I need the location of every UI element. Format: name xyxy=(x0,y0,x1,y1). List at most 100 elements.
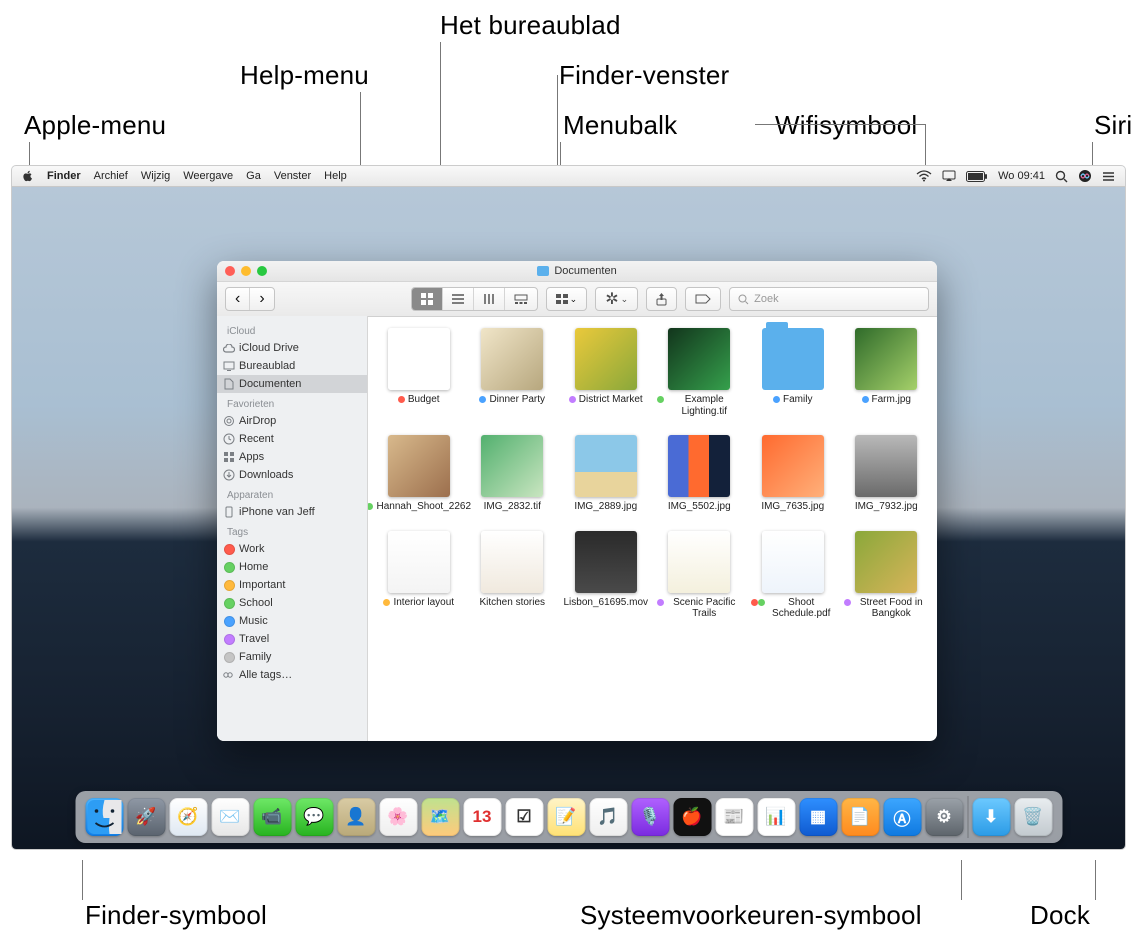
share-button[interactable] xyxy=(646,287,677,311)
file-item[interactable]: IMG_2889.jpg xyxy=(561,435,651,513)
desktop[interactable]: Finder Archief Wijzig Weergave Ga Venste… xyxy=(12,166,1125,849)
file-item[interactable]: Budget xyxy=(374,328,464,417)
spotlight-icon[interactable] xyxy=(1055,170,1068,183)
sidebar-item-iphone-van-jeff[interactable]: iPhone van Jeff xyxy=(217,503,367,521)
dock-tv[interactable]: 🍎 xyxy=(673,798,711,836)
action-menu[interactable]: ✲ ⌄ xyxy=(595,287,638,311)
arrange-menu[interactable]: ⌄ xyxy=(546,287,588,311)
tag-dot-icon xyxy=(398,396,405,403)
dock-launchpad[interactable]: 🚀 xyxy=(127,798,165,836)
airplay-icon[interactable] xyxy=(942,170,956,182)
apple-menu[interactable] xyxy=(22,170,34,182)
menu-help[interactable]: Help xyxy=(324,170,347,182)
file-item[interactable]: District Market xyxy=(561,328,651,417)
finder-window: Documenten ‹ › ⌄ ✲ ⌄ Zoek xyxy=(217,261,937,741)
sidebar-item-travel[interactable]: Travel xyxy=(217,630,367,648)
sidebar-item-apps[interactable]: Apps xyxy=(217,448,367,466)
battery-icon[interactable] xyxy=(966,171,988,182)
sidebar-item-alle-tags…[interactable]: Alle tags… xyxy=(217,666,367,684)
back-button[interactable]: ‹ xyxy=(226,288,250,310)
sidebar-item-label: iPhone van Jeff xyxy=(239,506,315,518)
search-field[interactable]: Zoek xyxy=(729,287,929,311)
notification-center-icon[interactable] xyxy=(1102,171,1115,182)
siri-icon[interactable] xyxy=(1078,169,1092,183)
tag-button[interactable] xyxy=(685,287,721,311)
menu-venster[interactable]: Venster xyxy=(274,170,311,182)
dock-systeemvoorkeuren[interactable]: ⚙︎ xyxy=(925,798,963,836)
tag-dot-icon xyxy=(368,503,373,510)
menu-ga[interactable]: Ga xyxy=(246,170,261,182)
dock-photos[interactable]: 🌸 xyxy=(379,798,417,836)
dock-facetime[interactable]: 📹 xyxy=(253,798,291,836)
file-item[interactable]: Farm.jpg xyxy=(842,328,932,417)
menu-weergave[interactable]: Weergave xyxy=(183,170,233,182)
view-gallery[interactable] xyxy=(505,288,537,310)
file-item[interactable]: Scenic Pacific Trails xyxy=(655,531,745,620)
file-item[interactable]: Dinner Party xyxy=(468,328,558,417)
forward-button[interactable]: › xyxy=(250,288,273,310)
sidebar-item-important[interactable]: Important xyxy=(217,576,367,594)
file-item[interactable]: Family xyxy=(748,328,838,417)
file-item[interactable]: Lisbon_61695.mov xyxy=(561,531,651,620)
view-list[interactable] xyxy=(443,288,474,310)
dock-app-store[interactable]: Ⓐ xyxy=(883,798,921,836)
sidebar-item-documenten[interactable]: Documenten xyxy=(217,375,367,393)
dock-safari[interactable]: 🧭 xyxy=(169,798,207,836)
dock-reminders[interactable]: ☑︎ xyxy=(505,798,543,836)
dock-news[interactable]: 📰 xyxy=(715,798,753,836)
sidebar-item-music[interactable]: Music xyxy=(217,612,367,630)
file-item[interactable]: Street Food in Bangkok xyxy=(842,531,932,620)
file-thumbnail xyxy=(762,435,824,497)
menu-app-name[interactable]: Finder xyxy=(47,170,81,182)
clock[interactable]: Wo 09:41 xyxy=(998,170,1045,182)
sidebar-item-work[interactable]: Work xyxy=(217,540,367,558)
file-item[interactable]: Example Lighting.tif xyxy=(655,328,745,417)
sidebar-item-bureaublad[interactable]: Bureaublad xyxy=(217,357,367,375)
tag-dot-icon xyxy=(383,599,390,606)
dock-music[interactable]: 🎵 xyxy=(589,798,627,836)
wifi-icon[interactable] xyxy=(916,170,932,182)
file-item[interactable]: IMG_7635.jpg xyxy=(748,435,838,513)
menu-archief[interactable]: Archief xyxy=(94,170,128,182)
sidebar-item-label: Travel xyxy=(239,633,269,645)
sidebar-item-airdrop[interactable]: AirDrop xyxy=(217,412,367,430)
file-item[interactable]: IMG_2832.tif xyxy=(468,435,558,513)
dock-numbers[interactable]: 📊 xyxy=(757,798,795,836)
dock-pages[interactable]: 📄 xyxy=(841,798,879,836)
sidebar-item-recent[interactable]: Recent xyxy=(217,430,367,448)
view-column[interactable] xyxy=(474,288,505,310)
dock-keynote[interactable]: ▦ xyxy=(799,798,837,836)
dock-prullenmand[interactable]: 🗑️ xyxy=(1014,798,1052,836)
sidebar-item-family[interactable]: Family xyxy=(217,648,367,666)
sidebar-item-label: Music xyxy=(239,615,268,627)
sidebar-item-home[interactable]: Home xyxy=(217,558,367,576)
dock-mail[interactable]: ✉️ xyxy=(211,798,249,836)
file-name: Lisbon_61695.mov xyxy=(564,597,649,609)
file-item[interactable]: IMG_5502.jpg xyxy=(655,435,745,513)
file-item[interactable]: Interior layout xyxy=(374,531,464,620)
file-name: IMG_7635.jpg xyxy=(761,501,824,513)
dock-contacts[interactable]: 👤 xyxy=(337,798,375,836)
sidebar-item-school[interactable]: School xyxy=(217,594,367,612)
file-thumbnail xyxy=(668,531,730,593)
file-item[interactable]: Hannah_Shoot_2262 xyxy=(374,435,464,513)
sidebar-item-label: Bureaublad xyxy=(239,360,295,372)
file-item[interactable]: Kitchen stories xyxy=(468,531,558,620)
view-icon[interactable] xyxy=(412,288,443,310)
label-apple-menu: Apple-menu xyxy=(24,110,166,141)
dock-calendar[interactable]: 13 xyxy=(463,798,501,836)
dock-maps[interactable]: 🗺️ xyxy=(421,798,459,836)
file-item[interactable]: Shoot Schedule.pdf xyxy=(748,531,838,620)
dock-finder[interactable] xyxy=(85,798,123,836)
menu-wijzig[interactable]: Wijzig xyxy=(141,170,170,182)
dock-messages[interactable]: 💬 xyxy=(295,798,333,836)
sidebar-item-downloads[interactable]: Downloads xyxy=(217,466,367,484)
file-item[interactable]: IMG_7932.jpg xyxy=(842,435,932,513)
window-title: Documenten xyxy=(217,265,937,277)
dock-downloads[interactable]: ⬇︎ xyxy=(972,798,1010,836)
dock-podcasts[interactable]: 🎙️ xyxy=(631,798,669,836)
file-thumbnail xyxy=(762,531,824,593)
dock-notes[interactable]: 📝 xyxy=(547,798,585,836)
titlebar[interactable]: Documenten xyxy=(217,261,937,282)
sidebar-item-icloud-drive[interactable]: iCloud Drive xyxy=(217,339,367,357)
